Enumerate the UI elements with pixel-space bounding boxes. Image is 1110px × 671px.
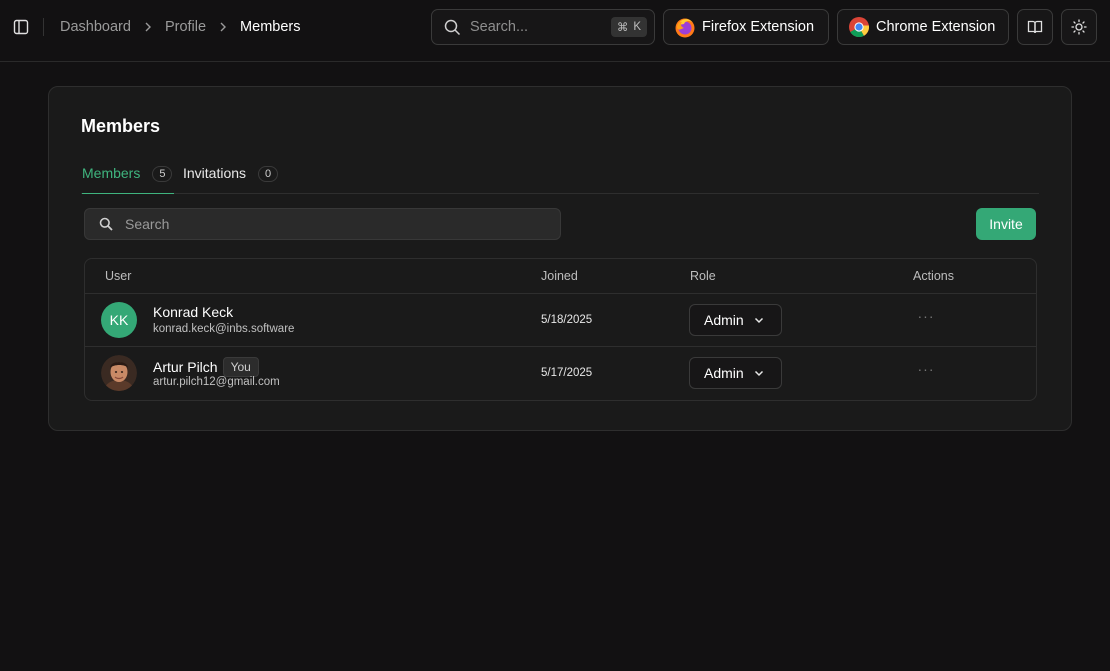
chevron-right-icon	[144, 21, 152, 33]
row-actions-button[interactable]: ···	[915, 308, 937, 328]
shortcut-key: K	[633, 21, 641, 33]
avatar	[101, 355, 137, 391]
ellipsis-icon: ···	[917, 308, 935, 324]
invite-button[interactable]: Invite	[976, 208, 1036, 240]
table-row: KK Konrad Keck konrad.keck@inbs.software…	[85, 294, 1036, 347]
role-select[interactable]: Admin	[689, 357, 782, 389]
search-placeholder: Search...	[470, 19, 529, 35]
joined-date: 5/18/2025	[541, 314, 593, 326]
breadcrumb: Dashboard Profile Members	[60, 17, 300, 37]
sidebar-toggle-icon	[13, 19, 29, 35]
search-icon	[99, 217, 113, 231]
docs-button[interactable]	[1017, 9, 1053, 45]
column-header-role: Role	[690, 269, 716, 283]
invitations-count-badge: 0	[258, 166, 279, 182]
chrome-extension-label: Chrome Extension	[876, 19, 996, 35]
command-key: ⌘	[616, 22, 629, 34]
breadcrumb-members: Members	[240, 19, 301, 35]
tab-invitations-label: Invitations	[183, 165, 247, 181]
avatar: KK	[101, 302, 137, 338]
firefox-extension-label: Firefox Extension	[702, 19, 815, 35]
role-value: Admin	[704, 312, 744, 328]
breadcrumb-profile[interactable]: Profile	[165, 19, 206, 35]
member-search-field	[84, 208, 561, 240]
user-photo	[101, 355, 137, 391]
member-name-text: Konrad Keck	[153, 304, 234, 320]
tab-members-label: Members	[82, 165, 141, 181]
top-bar: Dashboard Profile Members Search... ⌘ K …	[0, 0, 1110, 62]
chrome-logo-icon	[849, 17, 870, 38]
members-card: Members Members 5 Invitations 0 Invite U…	[48, 86, 1072, 431]
joined-date: 5/17/2025	[541, 367, 593, 379]
tab-bar: Members 5 Invitations 0	[81, 157, 1039, 194]
members-count-badge: 5	[152, 166, 173, 182]
ellipsis-icon: ···	[917, 361, 935, 377]
theme-toggle-button[interactable]	[1061, 9, 1097, 45]
member-email: artur.pilch12@gmail.com	[153, 376, 280, 388]
firefox-extension-button[interactable]: Firefox Extension	[663, 9, 829, 45]
global-search-button[interactable]: Search... ⌘ K	[431, 9, 655, 45]
chrome-extension-button[interactable]: Chrome Extension	[837, 9, 1009, 45]
table-row: Artur Pilch You artur.pilch12@gmail.com …	[85, 347, 1036, 400]
member-email: konrad.keck@inbs.software	[153, 323, 295, 335]
table-header: User Joined Role Actions	[85, 259, 1036, 294]
chevron-down-icon	[754, 370, 764, 377]
chevron-down-icon	[754, 317, 764, 324]
firefox-logo-icon	[675, 18, 695, 38]
role-select[interactable]: Admin	[689, 304, 782, 336]
chevron-right-icon	[219, 21, 227, 33]
tab-invitations[interactable]: Invitations 0	[183, 157, 279, 194]
tab-members[interactable]: Members 5	[82, 157, 174, 194]
book-open-icon	[1027, 20, 1043, 34]
column-header-user: User	[105, 269, 132, 283]
member-name-text: Artur Pilch	[153, 359, 218, 375]
row-actions-button[interactable]: ···	[915, 361, 937, 381]
breadcrumb-dashboard[interactable]: Dashboard	[60, 19, 131, 35]
member-name: Artur Pilch You	[153, 357, 259, 377]
you-badge: You	[222, 357, 259, 377]
sun-icon	[1071, 19, 1087, 35]
member-search-input[interactable]	[125, 216, 525, 232]
role-value: Admin	[704, 365, 744, 381]
sidebar-toggle-button[interactable]	[11, 17, 31, 37]
search-icon	[444, 19, 461, 35]
member-name: Konrad Keck	[153, 304, 233, 320]
column-header-joined: Joined	[541, 269, 578, 283]
members-table: User Joined Role Actions KK Konrad Keck …	[84, 258, 1037, 401]
column-header-actions: Actions	[913, 269, 954, 283]
divider	[43, 18, 44, 36]
page-title: Members	[81, 116, 161, 136]
keyboard-shortcut: ⌘ K	[610, 17, 647, 37]
